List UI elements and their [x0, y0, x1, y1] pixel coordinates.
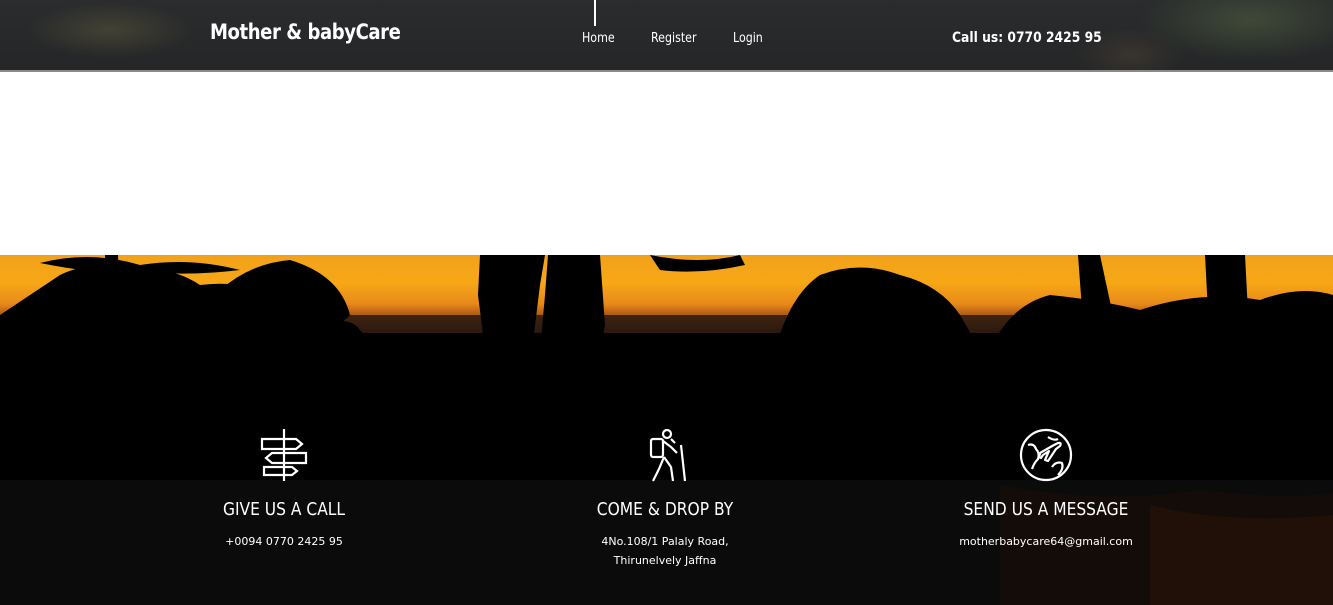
- nav-login-link[interactable]: Login: [733, 31, 763, 46]
- contact-address-title: COME & DROP BY: [596, 499, 734, 520]
- contact-message-block: SEND US A MESSAGE motherbabycare64@gmail…: [936, 427, 1156, 551]
- contact-message-title: SEND US A MESSAGE: [963, 499, 1129, 520]
- active-nav-indicator: [594, 0, 596, 26]
- nav-home-link[interactable]: Home: [582, 31, 615, 46]
- globe-plane-icon: [1019, 428, 1073, 482]
- nav-register-link[interactable]: Register: [651, 31, 697, 46]
- contact-address-block: COME & DROP BY 4No.108/1 Palaly Road, Th…: [555, 427, 775, 570]
- contact-call-title: GIVE US A CALL: [222, 499, 346, 520]
- contact-call-phone[interactable]: +0094 0770 2425 95: [184, 532, 384, 551]
- site-header: Mother & babyCare Home Register Login Ca…: [0, 0, 1333, 72]
- contact-email-link[interactable]: motherbabycare64@gmail.com: [936, 532, 1156, 551]
- hiker-icon: [649, 428, 687, 482]
- header-call-text: Call us: 0770 2425 95: [952, 30, 1102, 46]
- brand-logo-text[interactable]: Mother & babyCare: [210, 20, 401, 44]
- contact-address-line2: Thirunelvely Jaffna: [613, 554, 717, 567]
- contact-address-line1: 4No.108/1 Palaly Road,: [601, 535, 729, 548]
- signpost-icon: [260, 429, 308, 481]
- contact-call-block: GIVE US A CALL +0094 0770 2425 95: [184, 427, 384, 551]
- contact-footer: GIVE US A CALL +0094 0770 2425 95 COME &…: [0, 255, 1333, 605]
